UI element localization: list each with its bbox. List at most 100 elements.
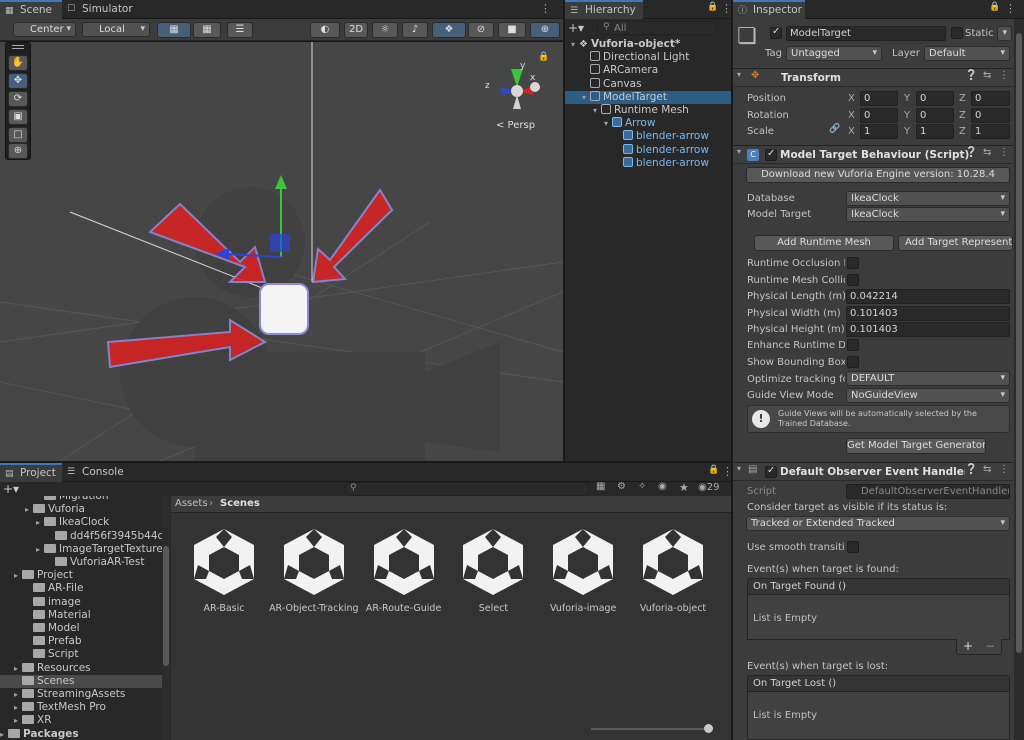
scale-tool-button[interactable]: ▣ <box>8 109 28 125</box>
thumbnail-size-slider[interactable] <box>591 724 713 733</box>
breadcrumb-assets[interactable]: Assets <box>175 498 208 509</box>
preset-icon[interactable]: ⇆ <box>983 70 991 81</box>
scene-asset[interactable]: Select <box>453 525 533 614</box>
rect-tool-button[interactable]: □ <box>8 127 28 143</box>
add-event-button[interactable]: + <box>963 639 973 653</box>
foldout-arrow-icon[interactable]: ▸ <box>14 688 22 701</box>
pivot-dropdown[interactable]: Center <box>13 22 76 37</box>
hierarchy-item[interactable]: blender-arrow <box>565 143 731 157</box>
tab-console[interactable]: ☰ Console <box>62 463 132 482</box>
database-dropdown[interactable]: IkeaClock <box>846 191 1010 206</box>
project-search-input[interactable] <box>345 482 590 496</box>
move-tool-button[interactable]: ✥ <box>8 73 28 89</box>
scene-asset[interactable]: Vuforia-object <box>633 525 713 614</box>
scale-z-field[interactable]: 1 <box>971 124 1010 139</box>
enhance-runtime-checkbox[interactable] <box>847 339 859 351</box>
position-z-field[interactable]: 0 <box>971 91 1010 106</box>
camera-button[interactable]: ■ <box>498 22 526 38</box>
add-runtime-mesh-button[interactable]: Add Runtime Mesh <box>754 235 894 251</box>
project-folder-item[interactable]: ▸ StreamingAssets <box>0 688 162 701</box>
object-name-field[interactable]: ModelTarget <box>786 26 946 41</box>
smooth-transition-checkbox[interactable] <box>847 541 859 553</box>
scene-asset[interactable]: AR-Object-Tracking <box>269 525 359 614</box>
hierarchy-search-input[interactable]: All <box>597 21 717 35</box>
foldout-arrow-icon[interactable]: ▸ <box>14 701 22 714</box>
mtb-enabled-checkbox[interactable] <box>765 148 777 161</box>
project-folder-item[interactable]: ▸ Project <box>0 569 162 582</box>
add-target-representation-button[interactable]: Add Target Representation <box>898 235 1013 251</box>
create-asset-button[interactable]: +▾ <box>3 482 19 496</box>
draw-mode-button[interactable]: ◐ <box>310 22 340 38</box>
project-folder-item[interactable]: ▸ Packages <box>0 728 162 740</box>
foldout-arrow-icon[interactable]: ▸ <box>25 503 33 516</box>
project-folder-item[interactable]: VuforiaAR-Test <box>0 556 162 569</box>
lighting-button[interactable]: ☼ <box>372 22 398 38</box>
toggle-2d-button[interactable]: 2D <box>344 22 368 38</box>
project-folder-item[interactable]: ▸ TextMesh Pro <box>0 701 162 714</box>
inspector-lock-icon[interactable]: 🔒 <box>989 2 1000 12</box>
projection-toggle[interactable]: < Persp <box>496 120 535 131</box>
project-menu-icon[interactable]: ⋮ <box>722 465 733 478</box>
tab-inspector[interactable]: ⓘ Inspector <box>733 0 805 19</box>
hierarchy-item[interactable]: ARCamera <box>565 64 731 77</box>
physical-dim-field[interactable]: 0.101403 <box>846 322 1010 337</box>
tab-project[interactable]: ▤ Project <box>0 463 62 482</box>
label-icon[interactable]: ✧ <box>638 481 646 492</box>
hierarchy-lock-icon[interactable]: 🔒 <box>707 2 718 12</box>
foldout-arrow-icon[interactable]: ▾ <box>604 117 612 130</box>
scene-asset[interactable]: Vuforia-image <box>543 525 623 614</box>
mtb-header[interactable]: ▾ C Model Target Behaviour (Script) ❔ ⇆ … <box>733 145 1013 164</box>
tab-hierarchy[interactable]: ☰ Hierarchy <box>565 0 643 19</box>
audio-button[interactable]: ♪ <box>402 22 428 38</box>
rotation-x-field[interactable]: 0 <box>860 107 898 123</box>
foldout-arrow-icon[interactable]: ▸ <box>14 662 22 675</box>
tab-scene[interactable]: ▦ Scene <box>0 0 62 19</box>
active-checkbox[interactable] <box>770 26 782 39</box>
grid-snap-button[interactable]: ▦ <box>157 22 191 38</box>
project-folder-item[interactable]: Scenes <box>0 674 162 688</box>
project-folder-item[interactable]: ▸ Vuforia <box>0 503 162 516</box>
transform-tool-button[interactable]: ⊕ <box>8 143 28 159</box>
search-by-type-icon[interactable]: ▦ <box>596 481 605 492</box>
hierarchy-item[interactable]: ▾ ModelTarget <box>565 90 731 104</box>
project-folder-item[interactable]: image <box>0 596 162 609</box>
project-folder-item[interactable]: Model <box>0 622 162 635</box>
lock-icon[interactable]: 🔒 <box>538 52 549 62</box>
snap-increment-button[interactable]: ▦ <box>193 22 221 38</box>
foldout-arrow-icon[interactable]: ▸ <box>14 714 22 727</box>
rotate-tool-button[interactable]: ⟳ <box>8 91 28 107</box>
project-tree-scroll-thumb[interactable] <box>163 546 169 666</box>
hierarchy-item[interactable]: ▾ Runtime Mesh <box>565 104 731 117</box>
project-folder-item[interactable]: dd4f56f3945b44c <box>0 530 163 543</box>
layer-dropdown[interactable]: Default <box>924 46 1010 61</box>
project-folder-item[interactable]: Migration <box>0 496 162 503</box>
rotation-z-field[interactable]: 0 <box>971 107 1010 123</box>
status-dropdown[interactable]: Tracked or Extended Tracked <box>746 516 1010 531</box>
project-folder-item[interactable]: AR-File <box>0 582 162 595</box>
scene-menu-icon[interactable]: ⋮ <box>540 2 551 15</box>
component-menu-icon[interactable]: ⋮ <box>999 464 1009 475</box>
component-menu-icon[interactable]: ⋮ <box>999 147 1009 158</box>
project-tree-scrollbar[interactable] <box>162 496 170 740</box>
download-vuforia-button[interactable]: Download new Vuforia Engine version: 10.… <box>746 167 1010 183</box>
project-folder-item[interactable]: Prefab <box>0 635 162 648</box>
remove-event-button[interactable]: − <box>985 639 995 653</box>
foldout-arrow-icon[interactable]: ▾ <box>593 104 601 117</box>
hierarchy-item[interactable]: blender-arrow <box>565 156 731 170</box>
inspector-scroll-thumb[interactable] <box>1016 33 1022 653</box>
static-checkbox[interactable] <box>951 27 963 39</box>
hidden-packages-icon[interactable]: ◉ <box>658 481 667 492</box>
physical-dim-field[interactable]: 0.042214 <box>846 289 1010 304</box>
hierarchy-item[interactable]: Canvas <box>565 77 731 91</box>
help-icon[interactable]: ❔ <box>965 147 977 158</box>
hierarchy-menu-icon[interactable]: ⋮ <box>721 2 732 15</box>
foldout-arrow-icon[interactable]: ▾ <box>571 38 579 51</box>
tab-simulator[interactable]: ☐ Simulator <box>62 0 142 19</box>
transform-header[interactable]: ▾ ✥ Transform ❔ ⇆ ⋮ <box>733 68 1013 87</box>
optimize-dropdown[interactable]: DEFAULT <box>846 371 1010 386</box>
foldout-arrow-icon[interactable]: ▸ <box>0 728 8 740</box>
component-menu-icon[interactable]: ⋮ <box>999 70 1009 81</box>
help-icon[interactable]: ❔ <box>965 70 977 81</box>
orientation-gizmo[interactable]: z x y <box>485 61 545 127</box>
scene-asset[interactable]: AR-Route-Guide <box>364 525 444 614</box>
